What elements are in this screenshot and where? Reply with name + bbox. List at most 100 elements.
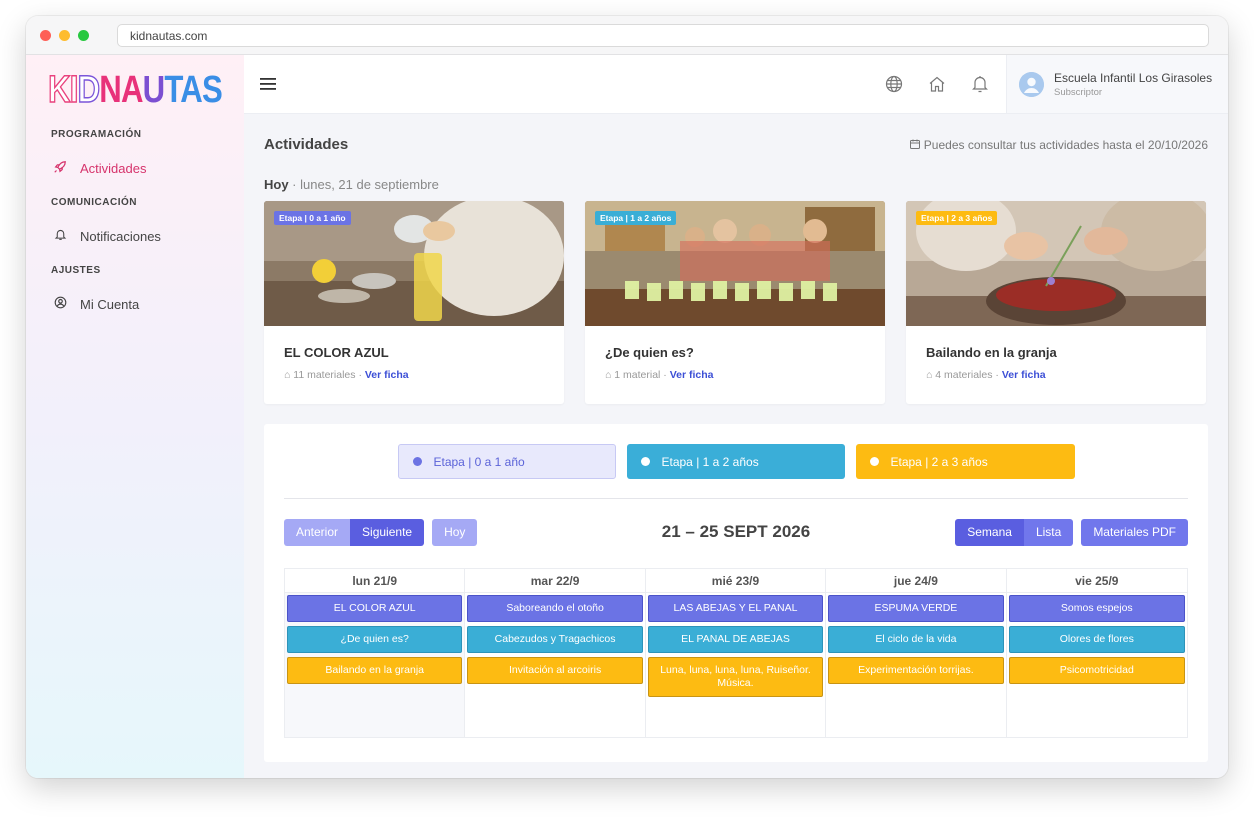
list-view-button[interactable]: Lista bbox=[1023, 518, 1074, 546]
calendar-icon bbox=[910, 138, 923, 152]
card-title: EL COLOR AZUL bbox=[284, 345, 389, 360]
next-week-button[interactable]: Siguiente bbox=[350, 518, 425, 546]
browser-titlebar: kidnautas.com bbox=[26, 16, 1228, 55]
calendar-event[interactable]: ESPUMA VERDE bbox=[828, 595, 1004, 622]
calendar-event[interactable]: Saboreando el otoño bbox=[467, 595, 643, 622]
calendar-event[interactable]: El ciclo de la vida bbox=[828, 626, 1004, 653]
sidebar-item-label: Mi Cuenta bbox=[80, 296, 140, 312]
view-controls: Semana Lista Materiales PDF bbox=[955, 518, 1188, 546]
user-info: Escuela Infantil Los Girasoles Subscript… bbox=[1054, 71, 1212, 98]
activity-card[interactable]: Etapa | 1 a 2 años ¿De quien es? ⌂ 1 mat… bbox=[585, 201, 885, 404]
materials-pdf-button[interactable]: Materiales PDF bbox=[1081, 518, 1188, 546]
legend-label: Etapa | 0 a 1 año bbox=[433, 454, 525, 469]
day-header: jue 24/9 bbox=[826, 569, 1006, 593]
calendar-event[interactable]: Olores de flores bbox=[1008, 626, 1185, 653]
activity-card[interactable]: Etapa | 2 a 3 años Bailando en la granja… bbox=[906, 201, 1206, 404]
basket-icon: ⌂ bbox=[605, 369, 612, 381]
today-label: Hoy bbox=[264, 177, 289, 192]
sidebar-item-notificaciones[interactable]: Notificaciones bbox=[26, 217, 244, 255]
week-view-button[interactable]: Semana bbox=[955, 518, 1024, 546]
materials-count: 4 materiales bbox=[935, 369, 993, 381]
sidebar: KIDNAUTAS PROGRAMACIÓN Actividades COMUN… bbox=[26, 55, 244, 778]
card-meta: ⌂ 11 materiales · Ver ficha bbox=[284, 369, 409, 381]
card-title: ¿De quien es? bbox=[605, 345, 694, 360]
calendar-event[interactable]: EL PANAL DE ABEJAS bbox=[647, 626, 824, 653]
rocket-icon bbox=[52, 160, 68, 177]
globe-icon[interactable] bbox=[877, 68, 910, 101]
bell-icon[interactable] bbox=[963, 68, 996, 101]
maximize-window-button[interactable] bbox=[78, 29, 89, 41]
day-header: lun 21/9 bbox=[285, 569, 465, 593]
stage-badge: Etapa | 1 a 2 años bbox=[595, 211, 677, 225]
calendar-event[interactable]: LAS ABEJAS Y EL PANAL bbox=[647, 595, 824, 622]
today-button[interactable]: Hoy bbox=[432, 518, 478, 546]
calendar-event[interactable]: ¿De quien es? bbox=[287, 626, 463, 653]
topbar-actions: Escuela Infantil Los Girasoles Subscript… bbox=[877, 55, 1228, 113]
today-heading: Hoy · lunes, 21 de septiembre bbox=[264, 177, 1208, 192]
ver-ficha-link[interactable]: Ver ficha bbox=[670, 369, 714, 381]
stage-dot bbox=[412, 457, 422, 466]
user-menu[interactable]: Escuela Infantil Los Girasoles Subscript… bbox=[1006, 55, 1228, 113]
ver-ficha-link[interactable]: Ver ficha bbox=[365, 369, 409, 381]
day-column: mar 22/9 Saboreando el otoño Cabezudos y… bbox=[465, 569, 646, 737]
address-bar[interactable]: kidnautas.com bbox=[117, 23, 1209, 47]
ver-ficha-link[interactable]: Ver ficha bbox=[1002, 369, 1046, 381]
weekly-calendar: Etapa | 0 a 1 año Etapa | 1 a 2 años Eta… bbox=[264, 424, 1208, 762]
page-content: Actividades Puedes consultar tus activid… bbox=[244, 114, 1228, 762]
sidebar-item-label: Actividades bbox=[80, 160, 147, 176]
card-body: ¿De quien es? ⌂ 1 material · Ver ficha bbox=[585, 326, 885, 400]
activity-photo: Etapa | 0 a 1 año bbox=[264, 201, 564, 326]
bell-icon bbox=[52, 228, 68, 244]
calendar-grid: lun 21/9 EL COLOR AZUL ¿De quien es? Bai… bbox=[284, 568, 1188, 738]
day-column: jue 24/9 ESPUMA VERDE El ciclo de la vid… bbox=[826, 569, 1007, 737]
activity-photo: Etapa | 1 a 2 años bbox=[585, 201, 885, 326]
legend-label: Etapa | 2 a 3 años bbox=[890, 454, 988, 469]
legend-stage-2-3[interactable]: Etapa | 2 a 3 años bbox=[855, 444, 1075, 479]
menu-toggle-icon[interactable] bbox=[260, 74, 276, 95]
activity-card[interactable]: Etapa | 0 a 1 año EL COLOR AZUL ⌂ 11 mat… bbox=[264, 201, 564, 404]
kidnautas-logo[interactable]: KIDNAUTAS bbox=[26, 65, 244, 115]
card-title: Bailando en la granja bbox=[926, 345, 1057, 360]
section-label-ajustes: AJUSTES bbox=[51, 265, 101, 276]
legend-stage-0-1[interactable]: Etapa | 0 a 1 año bbox=[397, 444, 616, 479]
avatar bbox=[1019, 71, 1044, 97]
calendar-event[interactable]: Psicomotricidad bbox=[1008, 657, 1185, 684]
sidebar-item-mi-cuenta[interactable]: Mi Cuenta bbox=[26, 285, 244, 323]
card-body: Bailando en la granja ⌂ 4 materiales · V… bbox=[906, 326, 1206, 400]
divider bbox=[284, 498, 1188, 499]
app: KIDNAUTAS PROGRAMACIÓN Actividades COMUN… bbox=[26, 55, 1228, 778]
browser-window: kidnautas.com KIDNAUTAS PROGRAMACIÓN Act… bbox=[26, 16, 1228, 778]
page-header: Actividades Puedes consultar tus activid… bbox=[264, 114, 1208, 153]
stage-legend: Etapa | 0 a 1 año Etapa | 1 a 2 años Eta… bbox=[284, 424, 1188, 479]
calendar-event[interactable]: Invitación al arcoiris bbox=[467, 657, 643, 684]
card-meta: ⌂ 4 materiales · Ver ficha bbox=[926, 369, 1046, 381]
section-label-comunicacion: COMUNICACIÓN bbox=[51, 197, 137, 208]
prev-week-button[interactable]: Anterior bbox=[284, 518, 351, 546]
basket-icon: ⌂ bbox=[926, 369, 933, 381]
stage-badge: Etapa | 0 a 1 año bbox=[274, 211, 351, 225]
materials-count: 1 material bbox=[614, 369, 661, 381]
user-circle-icon bbox=[52, 296, 68, 312]
calendar-event[interactable]: Bailando en la granja bbox=[287, 657, 463, 684]
user-name: Escuela Infantil Los Girasoles bbox=[1054, 70, 1213, 85]
home-icon[interactable] bbox=[920, 68, 953, 101]
sidebar-item-actividades[interactable]: Actividades bbox=[26, 149, 244, 187]
card-meta: ⌂ 1 material · Ver ficha bbox=[605, 369, 714, 381]
sidebar-item-label: Notificaciones bbox=[80, 228, 161, 244]
calendar-event[interactable]: Cabezudos y Tragachicos bbox=[467, 626, 643, 653]
calendar-event[interactable]: Experimentación torrijas. bbox=[828, 657, 1004, 684]
main-area: Escuela Infantil Los Girasoles Subscript… bbox=[244, 55, 1228, 778]
stage-dot bbox=[640, 457, 650, 466]
stage-dot bbox=[869, 457, 879, 466]
calendar-event[interactable]: Somos espejos bbox=[1008, 595, 1185, 622]
today-date: · lunes, 21 de septiembre bbox=[288, 177, 439, 192]
close-window-button[interactable] bbox=[40, 29, 51, 41]
legend-stage-1-2[interactable]: Etapa | 1 a 2 años bbox=[626, 444, 845, 479]
calendar-event[interactable]: Luna, luna, luna, luna, Ruiseñor. Música… bbox=[647, 657, 824, 697]
day-header: vie 25/9 bbox=[1006, 569, 1187, 593]
availability-notice: Puedes consultar tus actividades hasta e… bbox=[910, 138, 1208, 152]
today-activity-cards: Etapa | 0 a 1 año EL COLOR AZUL ⌂ 11 mat… bbox=[264, 201, 1208, 404]
minimize-window-button[interactable] bbox=[59, 29, 70, 41]
day-header: mié 23/9 bbox=[645, 569, 826, 593]
calendar-event[interactable]: EL COLOR AZUL bbox=[287, 595, 463, 622]
